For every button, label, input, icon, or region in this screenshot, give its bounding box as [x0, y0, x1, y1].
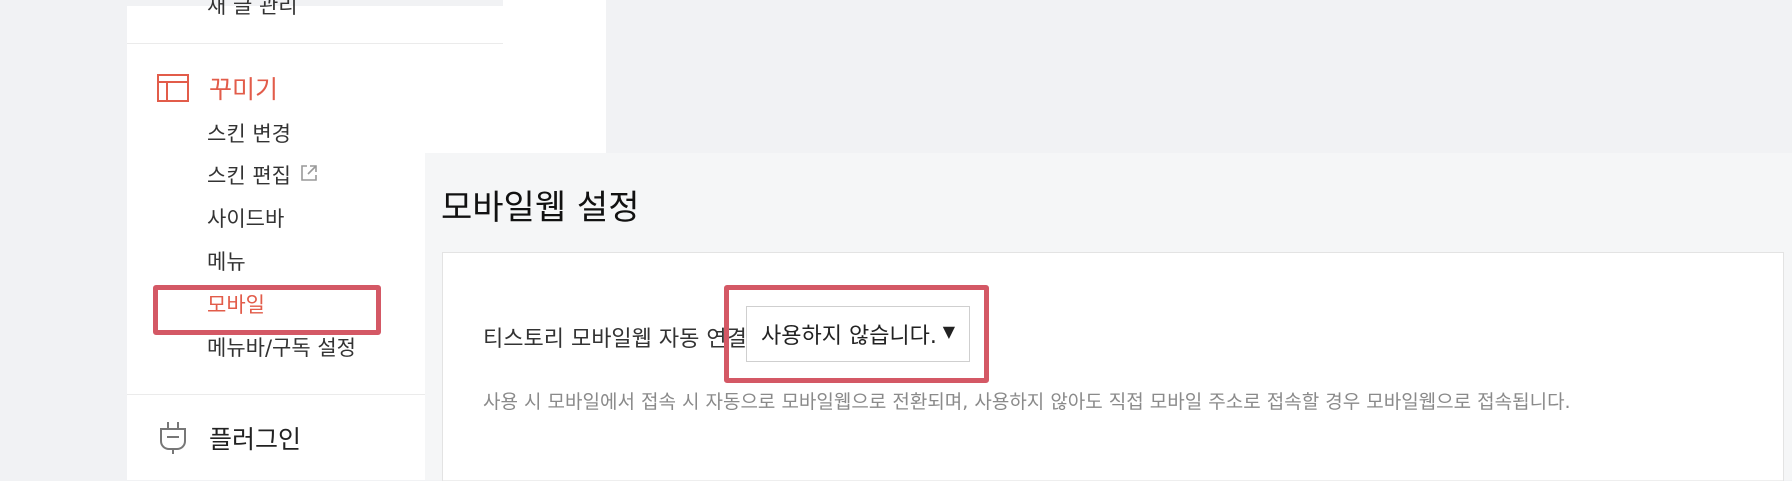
sidebar-item-label: 메뉴 [207, 250, 246, 274]
sidebar-item-label: 스킨 편집 [207, 164, 291, 188]
page-title: 모바일웹 설정 [441, 188, 640, 228]
sidebar-item-label: 메뉴바/구독 설정 [207, 336, 356, 360]
sidebar-item-skin-edit[interactable]: 스킨 편집 [207, 162, 319, 190]
help-text: 사용 시 모바일에서 접속 시 자동으로 모바일웹으로 전환되며, 사용하지 않… [483, 391, 1571, 413]
sidebar-item-mobile[interactable]: 모바일 [207, 291, 265, 319]
content-background [503, 0, 606, 153]
sidebar-item-label: 스킨 변경 [207, 122, 291, 146]
sidebar-section-plugin[interactable]: 플러그인 [157, 420, 301, 456]
sidebar-item-clipped[interactable]: 새 글 관리 [207, 0, 298, 20]
sidebar-item-skin-change[interactable]: 스킨 변경 [207, 120, 291, 148]
sidebar-item-menu[interactable]: 메뉴 [207, 248, 246, 276]
select-value: 사용하지 않습니다. [761, 324, 937, 349]
plug-icon [157, 421, 189, 455]
section-title-decorate: 꾸미기 [209, 75, 279, 104]
sidebar-item-sidebar[interactable]: 사이드바 [207, 205, 284, 233]
settings-card: 티스토리 모바일웹 자동 연결을 사용하지 않습니다. ▼ 사용 시 모바일에서… [442, 252, 1784, 481]
external-link-icon [299, 162, 319, 190]
sidebar-divider [127, 43, 503, 44]
sidebar-item-label: 모바일 [207, 293, 265, 317]
dropdown-arrow-icon: ▼ [942, 322, 955, 341]
mobile-auto-connect-select[interactable]: 사용하지 않습니다. ▼ [746, 306, 970, 362]
sidebar-item-label: 사이드바 [207, 207, 285, 231]
sidebar-item-menubar-subscribe[interactable]: 메뉴바/구독 설정 [207, 334, 356, 362]
main-panel: 모바일웹 설정 티스토리 모바일웹 자동 연결을 사용하지 않습니다. ▼ 사용… [425, 153, 1792, 481]
section-title-plugin: 플러그인 [209, 425, 302, 454]
mobile-auto-connect-label: 티스토리 모바일웹 자동 연결을 [483, 327, 768, 352]
sidebar-section-decorate[interactable]: 꾸미기 [157, 70, 278, 106]
layout-icon [157, 74, 189, 102]
